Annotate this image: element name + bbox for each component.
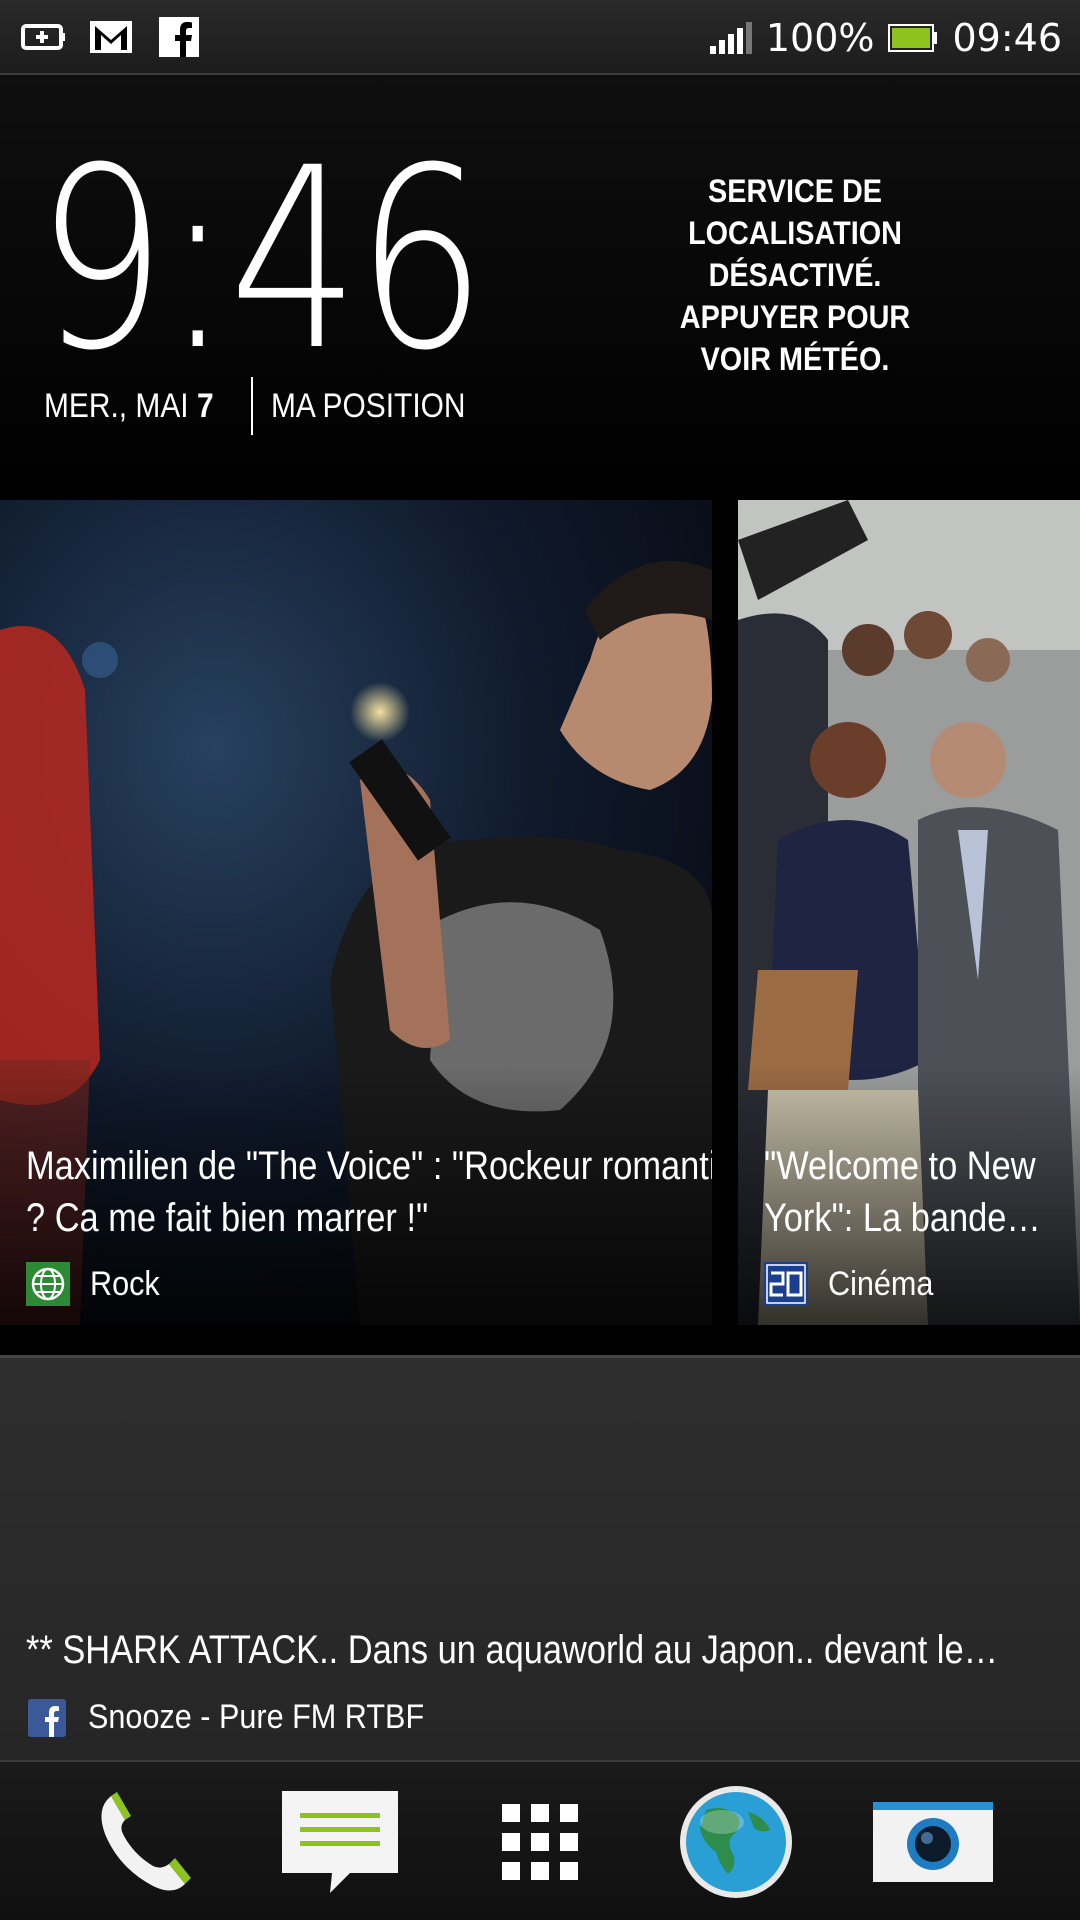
location-label: MA POSITION <box>270 386 466 425</box>
app-drawer-icon[interactable] <box>475 1782 605 1902</box>
camera-icon[interactable] <box>868 1782 998 1902</box>
feed-item-source-label: Snooze - Pure FM RTBF <box>88 1698 425 1736</box>
date-prefix: MER., MAI <box>44 386 197 425</box>
status-bar[interactable]: 100% 09:46 <box>0 0 1080 75</box>
social-feed-item[interactable]: ** SHARK ATTACK.. Dans un aquaworld au J… <box>0 1355 1080 1760</box>
facebook-icon <box>28 1698 66 1737</box>
signal-bars-icon <box>709 22 752 54</box>
date-day: 7 <box>196 386 214 425</box>
blinkfeed-cards: Maximilien de "The Voice" : "Rockeur rom… <box>0 500 1080 1355</box>
date-label: MER., MAI 7 <box>44 387 214 426</box>
news-card-source-label: Cinéma <box>828 1264 934 1303</box>
news-card[interactable]: Maximilien de "The Voice" : "Rockeur rom… <box>0 500 712 1325</box>
news-card-title[interactable]: "Welcome to New York": La bande… <box>764 1140 1074 1244</box>
clock-time[interactable]: 9:46 <box>36 135 487 385</box>
battery-full-icon <box>888 24 938 52</box>
browser-globe-icon[interactable] <box>671 1782 801 1902</box>
weather-location-disabled-message[interactable]: SERVICE DE LOCALISATION DÉSACTIVÉ. APPUY… <box>656 170 935 380</box>
messages-icon[interactable] <box>275 1782 405 1902</box>
20-minutes-logo-icon <box>764 1262 808 1306</box>
news-card[interactable]: "Welcome to New York": La bande… Cinéma <box>738 500 1080 1325</box>
facebook-icon <box>156 14 202 60</box>
date-divider <box>250 377 253 435</box>
news-card-source-label: Rock <box>90 1264 160 1303</box>
app-dock <box>0 1760 1080 1920</box>
battery-percent: 100% <box>765 16 875 60</box>
news-card-title[interactable]: Maximilien de "The Voice" : "Rockeur rom… <box>26 1140 712 1244</box>
news-card-source: Rock <box>26 1262 167 1306</box>
gmail-icon <box>88 14 134 60</box>
status-time: 09:46 <box>952 16 1062 60</box>
feed-item-text[interactable]: ** SHARK ATTACK.. Dans un aquaworld au J… <box>26 1628 1041 1673</box>
phone-icon[interactable] <box>80 1782 210 1902</box>
date-location-row: MER., MAI 7 MA POSITION <box>44 375 492 437</box>
battery-saver-icon <box>20 14 66 60</box>
feed-item-source: Snooze - Pure FM RTBF <box>28 1698 462 1737</box>
globe-icon <box>26 1262 70 1306</box>
news-card-source: Cinéma <box>764 1262 945 1306</box>
clock-weather-widget[interactable]: 9:46 MER., MAI 7 MA POSITION SERVICE DE … <box>0 75 1080 500</box>
notification-icons <box>20 14 202 60</box>
